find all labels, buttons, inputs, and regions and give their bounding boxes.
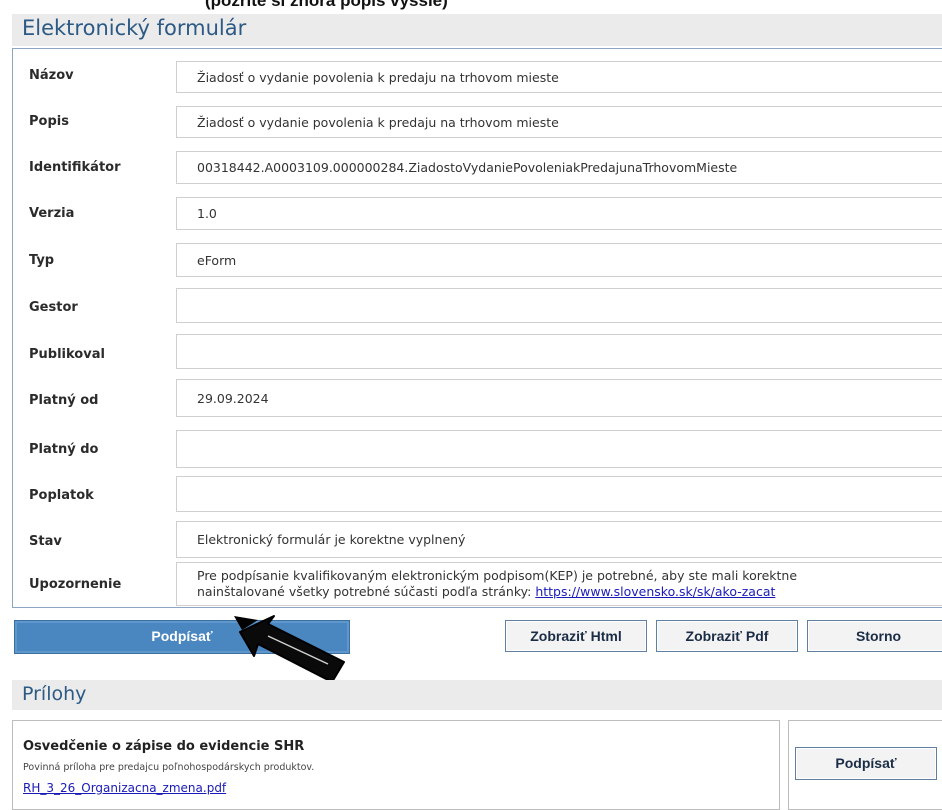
notice-line-2-text: nainštalované všetky potrebné súčasti po…: [197, 584, 536, 599]
slovensko-sk-link[interactable]: https://www.slovensko.sk/sk/ako-zacat: [535, 584, 775, 599]
show-html-button[interactable]: Zobraziť Html: [505, 620, 647, 652]
attachments-section-title: Prílohy: [22, 683, 87, 705]
valid-to-value: [176, 430, 942, 468]
row-label: Poplatok: [29, 488, 94, 503]
cropped-top-text: (pozrite si zhora popis vyššie): [0, 0, 942, 14]
type-value: eForm: [176, 243, 942, 277]
row-label: Identifikátor: [29, 160, 121, 175]
gestor-value: [176, 288, 942, 323]
row-label: Platný od: [29, 393, 99, 408]
identifier-value: 00318442.A0003109.000000284.ZiadostoVyda…: [176, 151, 942, 184]
row-stav: Stav Elektronický formulár je korektne v…: [13, 514, 942, 558]
row-gestor: Gestor: [13, 284, 942, 324]
row-verzia: Verzia 1.0: [13, 192, 942, 232]
publisher-value: [176, 334, 942, 369]
row-typ: Typ eForm: [13, 238, 942, 278]
row-label: Popis: [29, 114, 69, 129]
row-label: Upozornenie: [29, 577, 122, 592]
description-value: Žiadosť o vydanie povolenia k predaju na…: [176, 106, 942, 138]
form-section-header: Elektronický formulár: [12, 14, 942, 46]
attachment-sign-button[interactable]: Podpísať: [795, 747, 937, 780]
show-pdf-button[interactable]: Zobraziť Pdf: [656, 620, 798, 652]
row-identifikator: Identifikátor 00318442.A0003109.00000028…: [13, 146, 942, 186]
row-poplatok: Poplatok: [13, 468, 942, 512]
attachment-title: Osvedčenie o zápise do evidencie SHR: [23, 739, 305, 754]
status-value: Elektronický formulár je korektne vyplne…: [176, 521, 942, 558]
row-platny-do: Platný do: [13, 422, 942, 468]
version-value: 1.0: [176, 197, 942, 230]
notice-line-1: Pre podpísanie kvalifikovaným elektronic…: [197, 568, 798, 583]
row-label: Stav: [29, 534, 62, 549]
row-label: Platný do: [29, 442, 99, 457]
attachments-section-header: Prílohy: [12, 680, 942, 710]
row-label: Názov: [29, 68, 74, 83]
form-section-title: Elektronický formulár: [22, 16, 247, 40]
row-label: Verzia: [29, 206, 75, 221]
cropped-caption: (pozrite si zhora popis vyššie): [205, 0, 448, 10]
name-value: Žiadosť o vydanie povolenia k predaju na…: [176, 61, 942, 93]
row-label: Typ: [29, 253, 55, 268]
row-label: Publikoval: [29, 347, 105, 362]
fee-value: [176, 476, 942, 512]
attachment-item: Osvedčenie o zápise do evidencie SHR Pov…: [12, 720, 780, 810]
pointer-arrow-annotation-icon: [234, 615, 345, 683]
row-platny-od: Platný od 29.09.2024: [13, 376, 942, 420]
attachment-file-link[interactable]: RH_3_26_Organizacna_zmena.pdf: [23, 781, 226, 795]
valid-from-value: 29.09.2024: [176, 379, 942, 417]
notice-value: Pre podpísanie kvalifikovaným elektronic…: [176, 562, 942, 606]
row-nazov: Názov Žiadosť o vydanie povolenia k pred…: [13, 55, 942, 95]
notice-line-2: nainštalované všetky potrebné súčasti po…: [197, 584, 942, 600]
cancel-button[interactable]: Storno: [807, 620, 942, 652]
row-popis: Popis Žiadosť o vydanie povolenia k pred…: [13, 100, 942, 140]
row-upozornenie: Upozornenie Pre podpísanie kvalifikovaný…: [13, 561, 942, 607]
attachment-description: Povinná príloha pre predajcu poľnohospod…: [23, 762, 315, 773]
form-details-panel: Názov Žiadosť o vydanie povolenia k pred…: [12, 48, 942, 608]
row-label: Gestor: [29, 300, 78, 315]
row-publikoval: Publikoval: [13, 330, 942, 370]
